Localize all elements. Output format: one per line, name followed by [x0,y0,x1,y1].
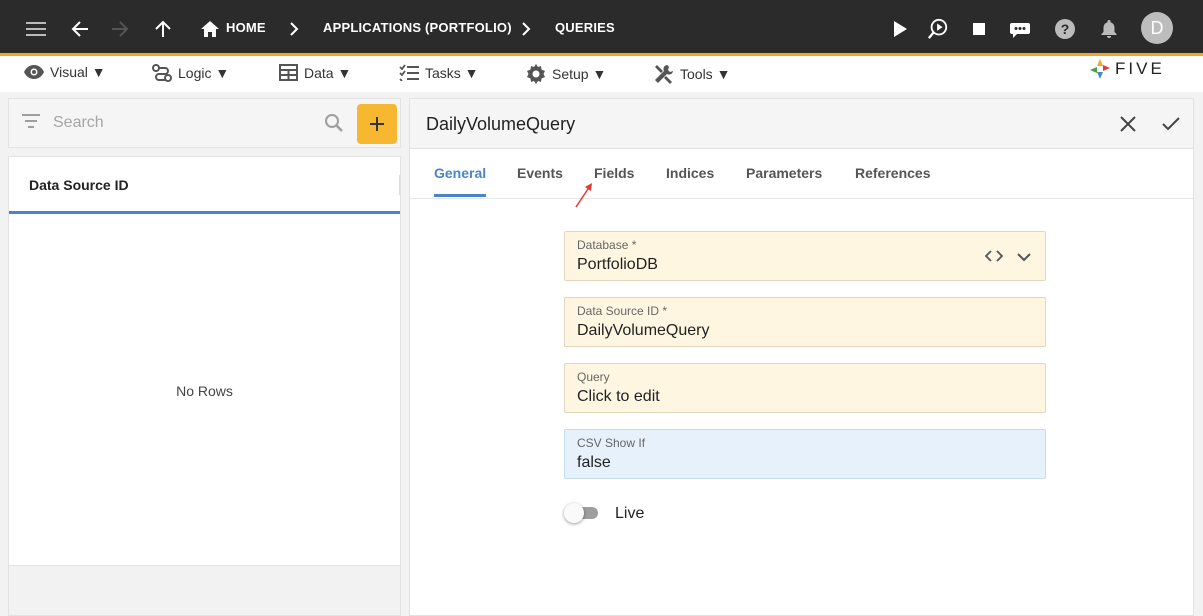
stop-icon[interactable] [968,18,990,40]
database-label: Database * [577,238,637,252]
plus-icon [370,117,384,131]
active-tab-indicator [434,194,486,197]
back-arrow-icon[interactable] [69,18,91,40]
tab-bar: General Events Fields Indices Parameters… [410,149,1193,199]
form-header: DailyVolumeQuery [410,99,1193,149]
query-label: Query [577,370,610,384]
avatar[interactable]: D [1141,12,1173,44]
menu-logic[interactable]: Logic ▼ [152,64,229,82]
database-field[interactable]: Database * PortfolioDB [564,231,1046,281]
menu-setup[interactable]: Setup ▼ [526,64,606,84]
menu-visual[interactable]: Visual ▼ [24,64,106,80]
menu-bar: Visual ▼ Logic ▼ Data ▼ Tasks ▼ Setup ▼ … [0,56,1203,92]
search-box [8,98,401,148]
eye-icon [24,65,44,79]
query-value: Click to edit [577,388,660,405]
database-value: PortfolioDB [577,256,658,273]
close-icon [1120,116,1136,132]
home-icon[interactable] [199,18,221,40]
breadcrumb-queries[interactable]: QUERIES [555,20,615,35]
chat-bot-icon[interactable] [1009,18,1031,40]
check-icon [1162,117,1180,131]
menu-tasks[interactable]: Tasks ▼ [399,64,479,81]
column-separator [399,175,400,195]
form-panel: DailyVolumeQuery General Events Fields I… [409,98,1194,616]
gear-icon [527,64,545,84]
column-header[interactable]: Data Source ID [9,157,400,214]
menu-tools[interactable]: Tools ▼ [654,64,730,84]
csv-show-if-label: CSV Show If [577,436,646,450]
toggle-knob [564,503,584,523]
csv-show-if-field[interactable]: CSV Show If false [564,429,1046,479]
search-input[interactable] [53,111,313,135]
chevron-down-icon[interactable] [1017,249,1031,267]
query-field[interactable]: Query Click to edit [564,363,1046,413]
live-toggle[interactable] [564,503,600,523]
left-panel: Data Source ID No Rows [8,98,401,616]
top-bar: HOME APPLICATIONS (PORTFOLIO) QUERIES ? … [0,0,1203,56]
menu-data[interactable]: Data ▼ [279,64,351,81]
filter-icon[interactable] [22,114,40,133]
tab-parameters[interactable]: Parameters [746,165,822,181]
data-source-id-field[interactable]: Data Source ID * DailyVolumeQuery [564,297,1046,347]
data-source-id-label: Data Source ID * [577,304,668,318]
code-icon[interactable] [984,249,1004,267]
pointer-arrow-icon [574,181,594,214]
forward-arrow-icon[interactable] [109,18,131,40]
svg-text:?: ? [1061,21,1070,37]
tasks-icon [399,64,419,81]
five-logo: FIVE [1089,58,1165,80]
column-header-label: Data Source ID [29,177,129,193]
form-title: DailyVolumeQuery [426,114,576,134]
breadcrumb-home[interactable]: HOME [226,20,266,35]
tab-general[interactable]: General [434,165,486,181]
play-icon[interactable] [889,18,911,40]
table-icon [279,64,298,81]
tab-references[interactable]: References [855,165,931,181]
help-icon[interactable]: ? [1054,18,1076,40]
data-source-id-value: DailyVolumeQuery [577,322,710,339]
chevron-right-icon [283,18,305,40]
debug-search-icon[interactable] [927,18,949,40]
logic-icon [152,64,172,82]
close-button[interactable] [1116,112,1140,136]
bell-icon[interactable] [1098,18,1120,40]
tools-icon [655,65,673,84]
add-button[interactable] [357,104,397,144]
breadcrumb-applications[interactable]: APPLICATIONS (PORTFOLIO) [323,20,512,35]
live-label: Live [615,505,645,522]
save-button[interactable] [1159,112,1183,136]
csv-show-if-value: false [577,454,611,471]
list-footer [9,565,400,615]
search-icon[interactable] [324,113,344,138]
tab-fields[interactable]: Fields [594,165,634,181]
hamburger-menu-icon[interactable] [25,18,47,40]
logo-text: FIVE [1115,59,1165,78]
record-list: Data Source ID No Rows [8,156,401,616]
empty-state: No Rows [176,383,233,399]
up-arrow-icon[interactable] [152,18,174,40]
five-logo-icon [1090,59,1110,79]
tab-indices[interactable]: Indices [666,165,714,181]
tab-events[interactable]: Events [517,165,563,181]
chevron-right-icon [515,18,537,40]
